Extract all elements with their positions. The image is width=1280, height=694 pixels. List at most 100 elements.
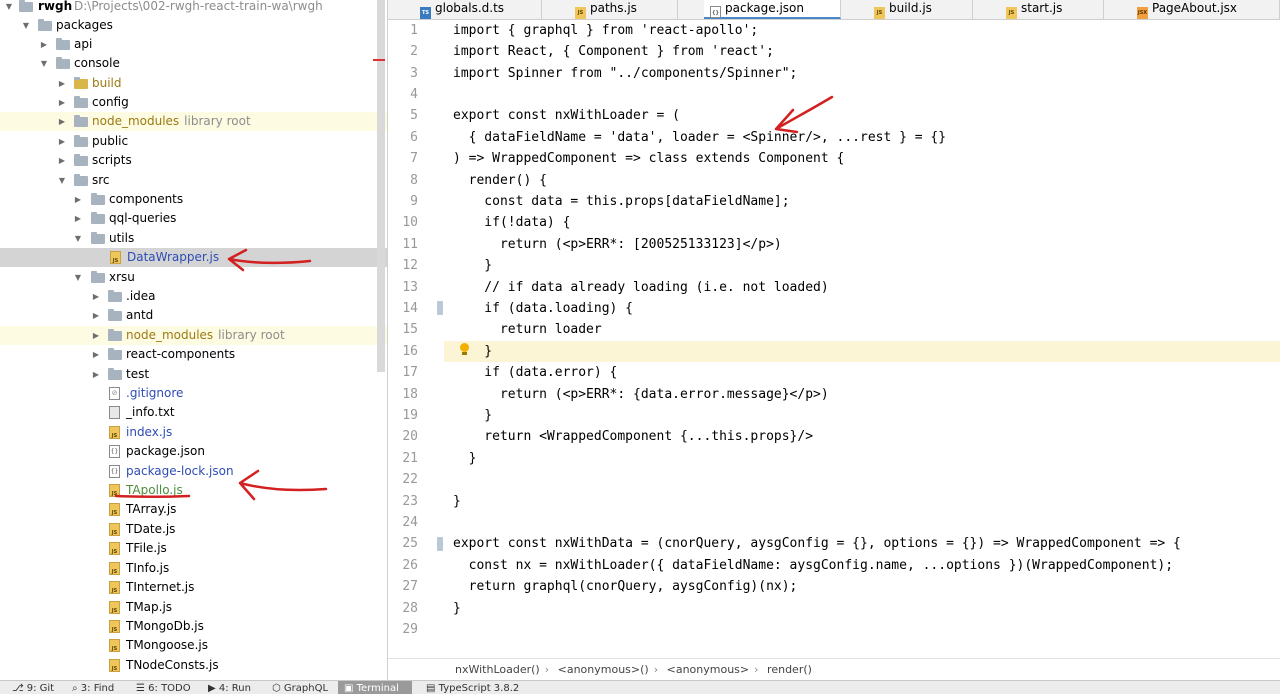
code-editor[interactable]: import { graphql } from 'react-apollo'; … bbox=[444, 20, 1280, 658]
tree-item-packages[interactable]: ▼ packages bbox=[0, 16, 387, 35]
tool-graphql-button[interactable]: ⬡ GraphQL bbox=[272, 681, 328, 694]
tree-item-datawrapper[interactable]: JS DataWrapper.js bbox=[0, 248, 387, 267]
tree-item-tapollo[interactable]: JS TApollo.js bbox=[0, 481, 387, 500]
breadcrumb-item[interactable]: <anonymous> bbox=[667, 663, 750, 676]
tree-item-gitignore[interactable]: ⊘ .gitignore bbox=[0, 384, 387, 403]
tree-item-tfile[interactable]: JS TFile.js bbox=[0, 539, 387, 558]
tree-item-label: TMap.js bbox=[126, 600, 173, 614]
tab-start-js[interactable]: JS start.js bbox=[1000, 0, 1104, 19]
tool-find-button[interactable]: ⌕ 3: Find bbox=[72, 681, 114, 694]
chevron-right-icon[interactable]: ▶ bbox=[72, 209, 84, 228]
chevron-down-icon[interactable]: ▼ bbox=[20, 16, 32, 35]
chevron-right-icon[interactable]: ▶ bbox=[56, 74, 68, 93]
tool-git-button[interactable]: ⎇ 9: Git bbox=[12, 681, 54, 694]
tree-item-idea[interactable]: ▶ .idea bbox=[0, 287, 387, 306]
tab-paths-js[interactable]: JS paths.js bbox=[569, 0, 678, 19]
tree-item-tmap[interactable]: JS TMap.js bbox=[0, 598, 387, 617]
line-number: 12 bbox=[402, 258, 418, 273]
tree-item-config[interactable]: ▶ config bbox=[0, 93, 387, 112]
chevron-right-icon[interactable]: ▶ bbox=[90, 345, 102, 364]
chevron-right-icon[interactable]: ▶ bbox=[38, 35, 50, 54]
tree-item-label: public bbox=[92, 134, 129, 148]
code-line: } bbox=[453, 258, 493, 273]
tree-item-tnodeconsts[interactable]: JS TNodeConsts.js bbox=[0, 656, 387, 675]
chevron-right-icon[interactable]: ▶ bbox=[56, 93, 68, 112]
tree-item-tinfo[interactable]: JS TInfo.js bbox=[0, 559, 387, 578]
tree-item-label: config bbox=[92, 95, 129, 109]
tool-todo-button[interactable]: ☰ 6: TODO bbox=[136, 681, 191, 694]
tree-item-tmongodb[interactable]: JS TMongoDb.js bbox=[0, 617, 387, 636]
tree-item-public[interactable]: ▶ public bbox=[0, 132, 387, 151]
tree-root-path: D:\Projects\002-rwgh-react-train-wa\rwgh bbox=[74, 0, 323, 13]
tree-item-antd[interactable]: ▶ antd bbox=[0, 306, 387, 325]
tree-scrollbar[interactable] bbox=[377, 0, 385, 372]
tree-item-console[interactable]: ▼ console bbox=[0, 54, 387, 73]
tree-item-node-modules[interactable]: ▶ node_modules library root bbox=[0, 112, 387, 131]
chevron-down-icon[interactable]: ▼ bbox=[56, 171, 68, 190]
tree-item-package-json[interactable]: {} package.json bbox=[0, 442, 387, 461]
js-file-icon: JS bbox=[109, 620, 120, 633]
tree-item-label: api bbox=[74, 37, 93, 51]
breadcrumb-item[interactable]: render() bbox=[767, 663, 812, 676]
tab-pageabout-jsx[interactable]: JSX PageAbout.jsx bbox=[1131, 0, 1280, 19]
folder-icon bbox=[56, 38, 70, 50]
chevron-right-icon[interactable]: ▶ bbox=[72, 190, 84, 209]
tree-item-utils[interactable]: ▼ utils bbox=[0, 229, 387, 248]
chevron-right-icon[interactable]: ▶ bbox=[90, 365, 102, 384]
js-file-icon: JS bbox=[109, 581, 120, 594]
tool-window-bar: ⎇ 9: Git ⌕ 3: Find ☰ 6: TODO ▶ 4: Run ⬡ … bbox=[0, 680, 1280, 694]
tree-item-qql-queries[interactable]: ▶ qql-queries bbox=[0, 209, 387, 228]
tab-build-js[interactable]: JS build.js bbox=[868, 0, 973, 19]
tab-label: globals.d.ts bbox=[435, 1, 505, 15]
chevron-down-icon[interactable]: ▼ bbox=[72, 229, 84, 248]
tree-item-node-modules-2[interactable]: ▶ node_modules library root bbox=[0, 326, 387, 345]
tab-package-json[interactable]: {} package.json bbox=[704, 0, 841, 19]
chevron-right-icon[interactable]: ▶ bbox=[56, 151, 68, 170]
tree-item-label: TArray.js bbox=[126, 502, 177, 516]
breadcrumb-item[interactable]: <anonymous>() bbox=[558, 663, 649, 676]
tree-item-test[interactable]: ▶ test bbox=[0, 365, 387, 384]
tree-item-react-components[interactable]: ▶ react-components bbox=[0, 345, 387, 364]
tree-item-api[interactable]: ▶ api bbox=[0, 35, 387, 54]
tree-item-tmongoose[interactable]: JS TMongoose.js bbox=[0, 636, 387, 655]
tool-run-button[interactable]: ▶ 4: Run bbox=[208, 681, 251, 694]
chevron-down-icon[interactable]: ▼ bbox=[38, 54, 50, 73]
line-number: 11 bbox=[402, 237, 418, 252]
chevron-right-icon[interactable]: ▶ bbox=[90, 306, 102, 325]
tree-item-scripts[interactable]: ▶ scripts bbox=[0, 151, 387, 170]
line-number: 24 bbox=[402, 515, 418, 530]
tree-item-index-js[interactable]: JS index.js bbox=[0, 423, 387, 442]
code-line: ) => WrappedComponent => class extends C… bbox=[453, 151, 845, 166]
fold-marker[interactable] bbox=[437, 301, 443, 315]
tool-typescript-button[interactable]: ▤ TypeScript 3.8.2 bbox=[426, 681, 519, 694]
chevron-right-icon[interactable]: ▶ bbox=[56, 132, 68, 151]
fold-marker[interactable] bbox=[437, 537, 443, 551]
tree-item-xrsu[interactable]: ▼ xrsu bbox=[0, 268, 387, 287]
tree-item-tarray[interactable]: JS TArray.js bbox=[0, 500, 387, 519]
tree-item-components[interactable]: ▶ components bbox=[0, 190, 387, 209]
tree-item-package-lock-json[interactable]: {} package-lock.json bbox=[0, 462, 387, 481]
tree-item-tdate[interactable]: JS TDate.js bbox=[0, 520, 387, 539]
js-file-icon: JS bbox=[109, 601, 120, 614]
tab-globals-d-ts[interactable]: TS globals.d.ts bbox=[414, 0, 542, 19]
tree-item-tinternet[interactable]: JS TInternet.js bbox=[0, 578, 387, 597]
folder-icon bbox=[108, 290, 122, 302]
tree-item-info-txt[interactable]: _info.txt bbox=[0, 403, 387, 422]
tree-item-build[interactable]: ▶ build bbox=[0, 74, 387, 93]
breadcrumb-item[interactable]: nxWithLoader() bbox=[455, 663, 540, 676]
tab-label: paths.js bbox=[590, 1, 637, 15]
tree-root[interactable]: ▼ rwgh D:\Projects\002-rwgh-react-train-… bbox=[0, 0, 387, 16]
tree-item-src[interactable]: ▼ src bbox=[0, 171, 387, 190]
line-number: 1 bbox=[410, 23, 418, 38]
chevron-right-icon[interactable]: ▶ bbox=[90, 326, 102, 345]
chevron-down-icon[interactable]: ▼ bbox=[72, 268, 84, 287]
chevron-right-icon[interactable]: ▶ bbox=[90, 287, 102, 306]
tab-label: PageAbout.jsx bbox=[1152, 1, 1238, 15]
line-number: 3 bbox=[410, 66, 418, 81]
chevron-right-icon[interactable]: ▶ bbox=[56, 112, 68, 131]
chevron-down-icon[interactable]: ▼ bbox=[3, 0, 15, 16]
tool-terminal-button[interactable]: ▣ Terminal bbox=[338, 681, 412, 694]
line-number: 29 bbox=[402, 622, 418, 637]
